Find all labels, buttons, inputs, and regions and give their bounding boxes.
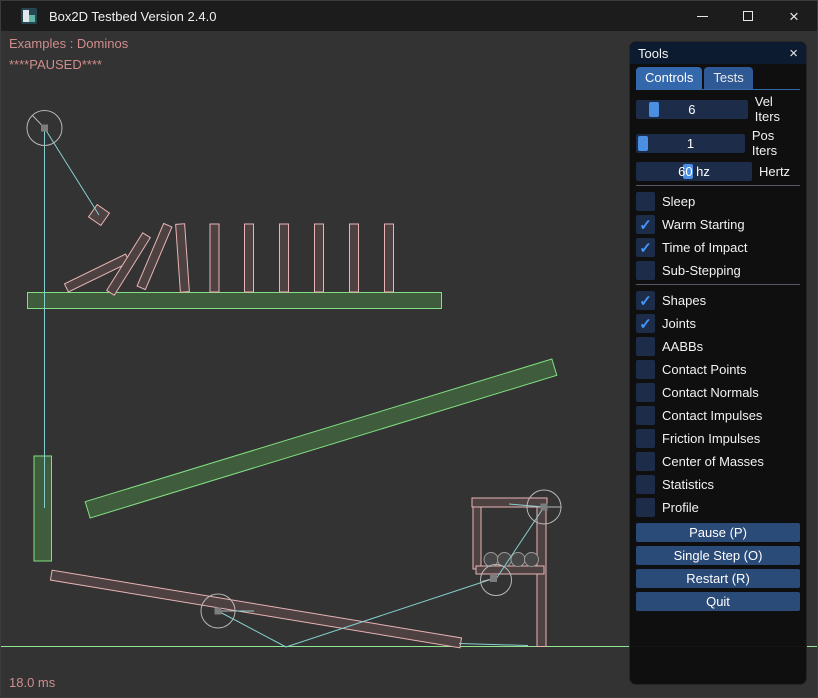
slider-row-vel-iters: 6 Vel Iters — [636, 94, 800, 124]
panel-close-icon[interactable]: × — [789, 46, 798, 61]
maximize-icon — [743, 11, 753, 21]
checkbox-row-contact-points[interactable]: Contact Points — [636, 360, 800, 379]
app-window: Box2D Testbed Version 2.4.0 × — [0, 0, 818, 698]
hertz-slider[interactable]: 60 hz — [636, 162, 752, 181]
single-step-button[interactable]: Single Step (O) — [636, 546, 800, 565]
ball[interactable] — [525, 553, 539, 567]
tab-controls[interactable]: Controls — [636, 67, 702, 89]
statistics-checkbox[interactable] — [636, 475, 655, 494]
frame-top-bar[interactable] — [472, 498, 547, 507]
maximize-button[interactable] — [725, 1, 771, 31]
angled-plank — [85, 359, 557, 518]
checkbox-row-contact-impulses[interactable]: Contact Impulses — [636, 406, 800, 425]
slider-row-pos-iters: 1 Pos Iters — [636, 128, 800, 158]
domino-standing[interactable] — [315, 224, 324, 292]
checkbox-row-statistics[interactable]: Statistics — [636, 475, 800, 494]
tab-bar: Controls Tests — [636, 67, 800, 90]
domino-leaning[interactable] — [176, 224, 190, 292]
vel-iters-slider[interactable]: 6 — [636, 100, 748, 119]
joint-line — [286, 579, 494, 648]
contact-impulses-checkbox[interactable] — [636, 406, 655, 425]
tab-tests[interactable]: Tests — [704, 67, 752, 89]
window-title: Box2D Testbed Version 2.4.0 — [49, 9, 216, 24]
hertz-label: Hertz — [759, 164, 790, 179]
frame-left-post[interactable] — [473, 507, 481, 569]
tools-panel: Tools × Controls Tests 6 Vel Iters — [629, 41, 807, 685]
domino-standing[interactable] — [350, 224, 359, 292]
checkbox-row-friction-impulses[interactable]: Friction Impulses — [636, 429, 800, 448]
profile-checkbox[interactable] — [636, 498, 655, 517]
simulation-viewport[interactable]: Examples : Dominos ****PAUSED**** 18.0 m… — [1, 31, 818, 698]
ball[interactable] — [511, 553, 525, 567]
sub-stepping-checkbox[interactable] — [636, 261, 655, 280]
frame-time-label: 18.0 ms — [9, 675, 55, 690]
minimize-button[interactable] — [679, 1, 725, 31]
shapes-checkbox[interactable] — [636, 291, 655, 310]
checkbox-row-aabbs[interactable]: AABBs — [636, 337, 800, 356]
checkbox-row-profile[interactable]: Profile — [636, 498, 800, 517]
aabbs-checkbox[interactable] — [636, 337, 655, 356]
checkbox-row-sleep[interactable]: Sleep — [636, 192, 800, 211]
friction-impulses-checkbox[interactable] — [636, 429, 655, 448]
minimize-icon — [697, 16, 708, 17]
pause-button[interactable]: Pause (P) — [636, 523, 800, 542]
domino-standing[interactable] — [210, 224, 219, 292]
domino-shelf — [28, 293, 442, 309]
contact-normals-checkbox[interactable] — [636, 383, 655, 402]
joints-checkbox[interactable] — [636, 314, 655, 333]
app-logo-icon — [21, 8, 37, 24]
restart-button[interactable]: Restart (R) — [636, 569, 800, 588]
checkbox-row-warm-starting[interactable]: Warm Starting — [636, 215, 800, 234]
titlebar: Box2D Testbed Version 2.4.0 × — [1, 1, 817, 31]
checkbox-row-contact-normals[interactable]: Contact Normals — [636, 383, 800, 402]
checkbox-row-joints[interactable]: Joints — [636, 314, 800, 333]
checkbox-row-center-of-masses[interactable]: Center of Masses — [636, 452, 800, 471]
vel-iters-label: Vel Iters — [755, 94, 800, 124]
tools-panel-titlebar[interactable]: Tools × — [630, 42, 806, 64]
quit-button[interactable]: Quit — [636, 592, 800, 611]
checkbox-row-shapes[interactable]: Shapes — [636, 291, 800, 310]
joint-line — [45, 128, 100, 215]
time-of-impact-checkbox[interactable] — [636, 238, 655, 257]
pos-iters-label: Pos Iters — [752, 128, 800, 158]
slider-row-hertz: 60 hz Hertz — [636, 162, 800, 181]
contact-points-checkbox[interactable] — [636, 360, 655, 379]
domino-standing[interactable] — [385, 224, 394, 292]
example-name-label: Examples : Dominos — [9, 36, 128, 51]
checkbox-row-time-of-impact[interactable]: Time of Impact — [636, 238, 800, 257]
vertical-green-box — [34, 456, 52, 561]
tools-panel-title: Tools — [638, 46, 789, 61]
joint-line — [459, 644, 528, 646]
frame-right-post[interactable] — [537, 507, 546, 647]
pos-iters-slider[interactable]: 1 — [636, 134, 745, 153]
center-of-masses-checkbox[interactable] — [636, 452, 655, 471]
close-icon: × — [789, 8, 799, 25]
domino-standing[interactable] — [280, 224, 289, 292]
paused-status-label: ****PAUSED**** — [9, 57, 102, 72]
close-button[interactable]: × — [771, 1, 817, 31]
sleep-checkbox[interactable] — [636, 192, 655, 211]
separator — [636, 185, 800, 186]
separator — [636, 284, 800, 285]
warm-starting-checkbox[interactable] — [636, 215, 655, 234]
checkbox-row-sub-stepping[interactable]: Sub-Stepping — [636, 261, 800, 280]
domino-standing[interactable] — [245, 224, 254, 292]
